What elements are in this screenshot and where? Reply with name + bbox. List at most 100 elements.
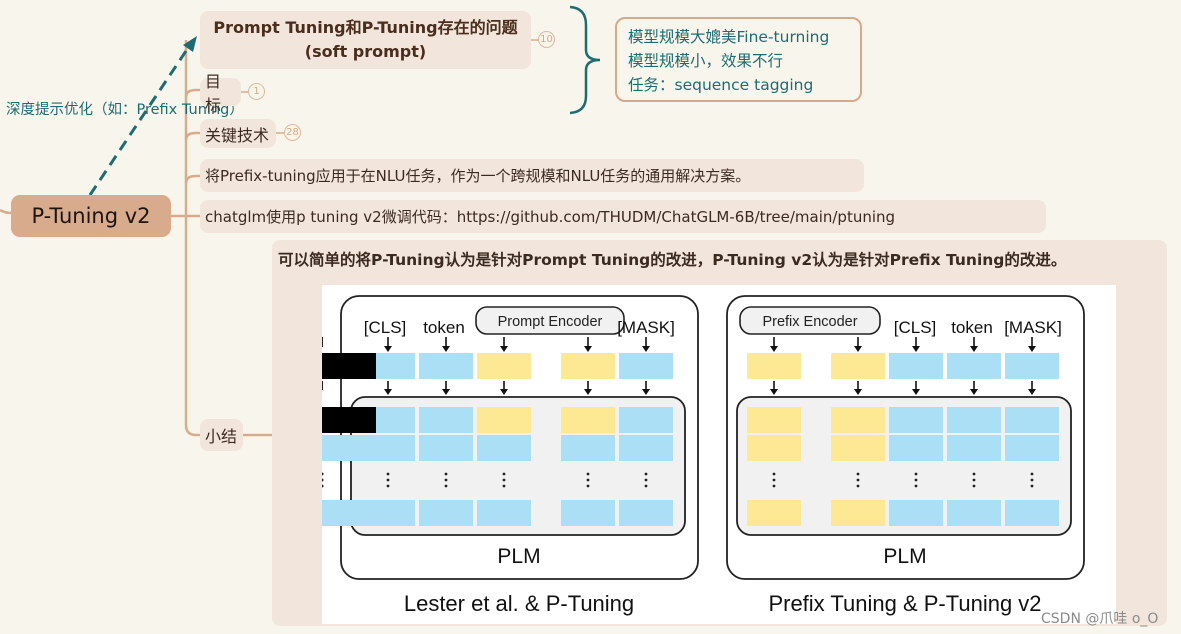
topic-key-tech[interactable]: 关键技术 xyxy=(200,119,276,148)
vertical-ellipsis-dot xyxy=(856,478,860,482)
right-hidden-cell xyxy=(947,435,1001,461)
vertical-ellipsis-dot xyxy=(1030,478,1034,482)
left-hidden-cell xyxy=(619,435,673,461)
vertical-ellipsis-dot xyxy=(502,478,506,482)
vertical-ellipsis-dot xyxy=(502,484,506,488)
left-token-label: [MASK] xyxy=(617,318,675,337)
left-hidden-cell xyxy=(419,407,473,433)
left-plm-label: PLM xyxy=(497,545,540,568)
root-label: P-Tuning v2 xyxy=(31,204,151,228)
right-hidden-cell xyxy=(889,435,943,461)
vertical-ellipsis-dot xyxy=(914,472,918,476)
vertical-ellipsis-dot xyxy=(772,478,776,482)
left-embedding-cell xyxy=(419,353,473,379)
left-token-label: token xyxy=(423,318,465,337)
vertical-ellipsis-dot xyxy=(972,472,976,476)
right-hidden-cell xyxy=(747,435,801,461)
right-hidden-cell xyxy=(322,435,376,461)
right-hidden-cell xyxy=(947,407,1001,433)
vertical-ellipsis-dot xyxy=(444,478,448,482)
right-embedding-cell xyxy=(747,353,801,379)
vertical-ellipsis-dot xyxy=(1030,472,1034,476)
right-hidden-cell xyxy=(947,500,1001,526)
callout-line: 模型规模小，效果不行 xyxy=(628,52,784,70)
right-hidden-cell xyxy=(322,500,376,526)
right-plm-label: PLM xyxy=(883,545,926,568)
vertical-ellipsis-dot xyxy=(972,478,976,482)
summary-text: 可以简单的将P-Tuning认为是针对Prompt Tuning的改进，P-Tu… xyxy=(278,251,1067,269)
right-hidden-cell xyxy=(889,407,943,433)
vertical-ellipsis-dot xyxy=(586,478,590,482)
watermark: CSDN @爪哇 o_O xyxy=(1041,611,1159,627)
left-hidden-cell xyxy=(561,435,615,461)
left-hidden-cell xyxy=(477,435,531,461)
left-embedding-cell xyxy=(619,353,673,379)
root-topic-p-tuning-v2[interactable]: P-Tuning v2 xyxy=(11,195,171,237)
vertical-ellipsis-dot xyxy=(320,478,324,482)
topic-code-label: chatglm使用p tuning v2微调代码：https://github.… xyxy=(205,208,896,226)
topic-apply-label: 将Prefix-tuning应用于在NLU任务，作为一个跨规模和NLU任务的通用… xyxy=(205,167,751,185)
callout-line: 任务：sequence tagging xyxy=(628,76,814,94)
vertical-ellipsis-dot xyxy=(772,472,776,476)
right-embedding-cell xyxy=(831,353,885,379)
vertical-ellipsis-dot xyxy=(320,484,324,488)
left-embedding-cell xyxy=(477,353,531,379)
right-hidden-cell xyxy=(831,407,885,433)
right-hidden-cell xyxy=(747,500,801,526)
right-hidden-cell xyxy=(889,500,943,526)
vertical-ellipsis-dot xyxy=(772,484,776,488)
left-hidden-cell xyxy=(419,435,473,461)
vertical-ellipsis-dot xyxy=(856,472,860,476)
collapsed-count-badge[interactable]: 10 xyxy=(538,31,555,48)
right-embedding-cell xyxy=(1005,353,1059,379)
left-hidden-cell xyxy=(561,500,615,526)
left-hidden-cell xyxy=(619,500,673,526)
vertical-ellipsis-dot xyxy=(386,472,390,476)
topic-problems[interactable]: Prompt Tuning和P-Tuning存在的问题 (soft prompt… xyxy=(200,11,531,69)
vertical-ellipsis-dot xyxy=(444,484,448,488)
topic-summary[interactable]: 小结 xyxy=(200,419,243,451)
left-encoder-label: Prompt Encoder xyxy=(498,314,603,330)
vertical-ellipsis-dot xyxy=(644,484,648,488)
right-caption: Prefix Tuning & P-Tuning v2 xyxy=(768,591,1041,616)
vertical-ellipsis-dot xyxy=(856,484,860,488)
right-embedding-cell xyxy=(322,353,376,379)
topic-key-tech-label: 关键技术 xyxy=(205,125,270,145)
left-hidden-cell xyxy=(419,500,473,526)
left-hidden-cell xyxy=(477,407,531,433)
topic-problems-line2: (soft prompt) xyxy=(304,42,427,61)
collapsed-count-badge[interactable]: 1 xyxy=(248,83,265,100)
right-embedding-cell xyxy=(889,353,943,379)
collapsed-count-badge[interactable]: 28 xyxy=(284,124,301,141)
vertical-ellipsis-dot xyxy=(386,478,390,482)
right-hidden-cell xyxy=(747,407,801,433)
right-hidden-cell xyxy=(831,500,885,526)
right-token-label: token xyxy=(951,318,993,337)
right-hidden-cell xyxy=(831,435,885,461)
summary-node[interactable]: 可以简单的将P-Tuning认为是针对Prompt Tuning的改进，P-Tu… xyxy=(272,240,1167,626)
topic-problems-line1: Prompt Tuning和P-Tuning存在的问题 xyxy=(213,18,518,37)
comparison-figure: PLM Lester et al. & P-Tuning Prompt Encode… xyxy=(320,285,1116,624)
right-embedding-cell xyxy=(947,353,1001,379)
right-hidden-cell xyxy=(322,407,376,433)
topic-goal-label: 目标 xyxy=(205,72,222,115)
topic-code[interactable]: chatglm使用p tuning v2微调代码：https://github.… xyxy=(200,200,1046,233)
left-hidden-cell xyxy=(619,407,673,433)
vertical-ellipsis-dot xyxy=(914,478,918,482)
right-token-label: [MASK] xyxy=(1004,318,1062,337)
vertical-ellipsis-dot xyxy=(444,472,448,476)
topic-apply[interactable]: 将Prefix-tuning应用于在NLU任务，作为一个跨规模和NLU任务的通用… xyxy=(200,159,864,192)
vertical-ellipsis-dot xyxy=(586,484,590,488)
callout-problems[interactable]: 模型规模大媲美Fine-turning 模型规模小，效果不行 任务：sequen… xyxy=(615,17,862,102)
vertical-ellipsis-dot xyxy=(914,484,918,488)
right-hidden-cell xyxy=(1005,407,1059,433)
topic-goal[interactable]: 目标 xyxy=(200,72,241,115)
vertical-ellipsis-dot xyxy=(644,472,648,476)
figure-svg: PLM Lester et al. & P-Tuning Prompt Encode… xyxy=(320,295,1085,616)
left-token-label: [CLS] xyxy=(364,318,407,337)
vertical-ellipsis-dot xyxy=(502,472,506,476)
topic-summary-label: 小结 xyxy=(205,427,238,446)
right-hidden-cell xyxy=(1005,435,1059,461)
right-hidden-cell xyxy=(1005,500,1059,526)
left-hidden-cell xyxy=(477,500,531,526)
